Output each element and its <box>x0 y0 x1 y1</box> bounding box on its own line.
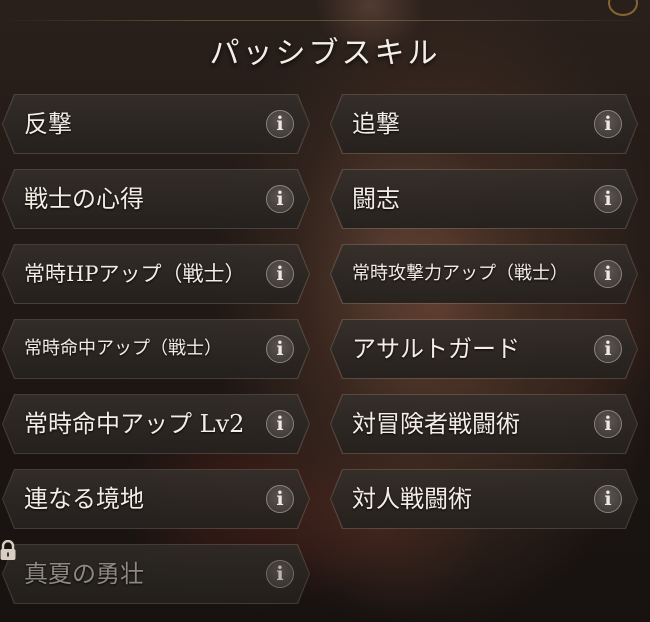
info-icon[interactable]: i <box>266 185 294 213</box>
info-icon[interactable]: i <box>594 485 622 513</box>
info-icon[interactable]: i <box>266 560 294 588</box>
skill-label: 常時HPアップ（戦士） <box>24 262 246 286</box>
skill-label: 常時命中アップ（戦士） <box>24 338 222 359</box>
skill-label: アサルトガード <box>352 335 520 363</box>
info-icon[interactable]: i <box>594 335 622 363</box>
skill-label: 追撃 <box>352 110 400 138</box>
info-icon[interactable]: i <box>594 260 622 288</box>
info-icon[interactable]: i <box>266 410 294 438</box>
info-icon[interactable]: i <box>266 485 294 513</box>
info-icon[interactable]: i <box>266 260 294 288</box>
skill-item-accuracy-up[interactable]: 常時命中アップ（戦士） i <box>2 319 310 379</box>
skill-item-hp-up[interactable]: 常時HPアップ（戦士） i <box>2 244 310 304</box>
info-icon[interactable]: i <box>594 410 622 438</box>
skill-item-attack-up[interactable]: 常時攻撃力アップ（戦士） i <box>330 244 638 304</box>
skill-item-manatsu-no-yuusou[interactable]: 真夏の勇壮 i <box>2 544 310 604</box>
header-divider <box>0 20 650 21</box>
skill-item-tsuranaru-kyouchi[interactable]: 連なる境地 i <box>2 469 310 529</box>
skill-label: 連なる境地 <box>24 485 144 513</box>
corner-ornament <box>608 0 638 16</box>
passive-skill-panel: パッシブスキル 反撃 i 追撃 i 戦士の心得 i 闘志 i 常時HPアップ（戦… <box>0 0 650 622</box>
skill-item-accuracy-up-lv2[interactable]: 常時命中アップ Lv2 i <box>2 394 310 454</box>
info-icon[interactable]: i <box>266 110 294 138</box>
skill-item-tsuigeki[interactable]: 追撃 i <box>330 94 638 154</box>
skill-item-hangeki[interactable]: 反撃 i <box>2 94 310 154</box>
skill-item-senshi-no-kokoroe[interactable]: 戦士の心得 i <box>2 169 310 229</box>
skill-label: 闘志 <box>352 185 400 213</box>
skill-label: 対人戦闘術 <box>352 485 472 513</box>
skill-item-assault-guard[interactable]: アサルトガード i <box>330 319 638 379</box>
page-title: パッシブスキル <box>209 36 441 71</box>
skill-label: 戦士の心得 <box>24 185 144 213</box>
skill-item-toushi[interactable]: 闘志 i <box>330 169 638 229</box>
skill-label: 反撃 <box>24 110 72 138</box>
skill-item-anti-personnel[interactable]: 対人戦闘術 i <box>330 469 638 529</box>
info-icon[interactable]: i <box>594 185 622 213</box>
skill-label: 常時命中アップ Lv2 <box>24 410 245 438</box>
info-icon[interactable]: i <box>594 110 622 138</box>
skill-label: 常時攻撃力アップ（戦士） <box>352 263 568 284</box>
info-icon[interactable]: i <box>266 335 294 363</box>
skill-label: 対冒険者戦闘術 <box>352 410 520 438</box>
skill-item-anti-adventurer[interactable]: 対冒険者戦闘術 i <box>330 394 638 454</box>
lock-icon <box>0 540 16 560</box>
skill-label: 真夏の勇壮 <box>24 560 144 588</box>
